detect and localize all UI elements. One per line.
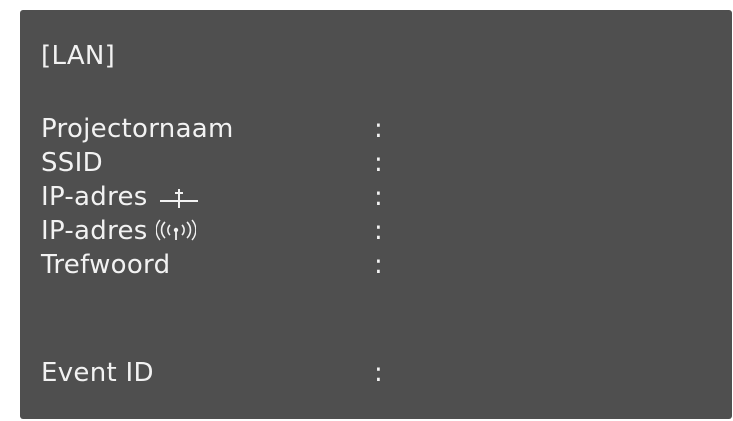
row-label: Projectornaam xyxy=(41,114,234,144)
row-separator: : xyxy=(374,216,384,246)
row-label-wrap: IP-adres xyxy=(41,218,196,245)
row-label-wrap: IP-adres xyxy=(41,184,200,211)
row-separator: : xyxy=(374,148,384,178)
row-label: SSID xyxy=(41,148,103,178)
row-separator: : xyxy=(374,358,384,388)
wired-lan-icon xyxy=(159,189,198,208)
row-keyword: Trefwoord : xyxy=(41,252,441,279)
row-ip-wireless: IP-adres : xyxy=(41,218,441,245)
row-event-id: Event ID : xyxy=(41,360,441,387)
wireless-lan-icon xyxy=(155,219,196,241)
row-separator: : xyxy=(374,114,384,144)
row-label: Event ID xyxy=(41,358,154,388)
row-separator: : xyxy=(374,182,384,212)
row-label: IP-adres xyxy=(41,182,148,212)
row-label: IP-adres xyxy=(41,216,148,246)
lan-info-screen: [LAN] Projectornaam : SSID : IP-adres : … xyxy=(20,10,732,419)
row-ip-wired: IP-adres : xyxy=(41,184,441,211)
row-label: Trefwoord xyxy=(41,250,171,280)
panel-title: [LAN] xyxy=(41,41,116,71)
row-projector-name: Projectornaam : xyxy=(41,116,441,143)
row-ssid: SSID : xyxy=(41,150,441,177)
row-separator: : xyxy=(374,250,384,280)
